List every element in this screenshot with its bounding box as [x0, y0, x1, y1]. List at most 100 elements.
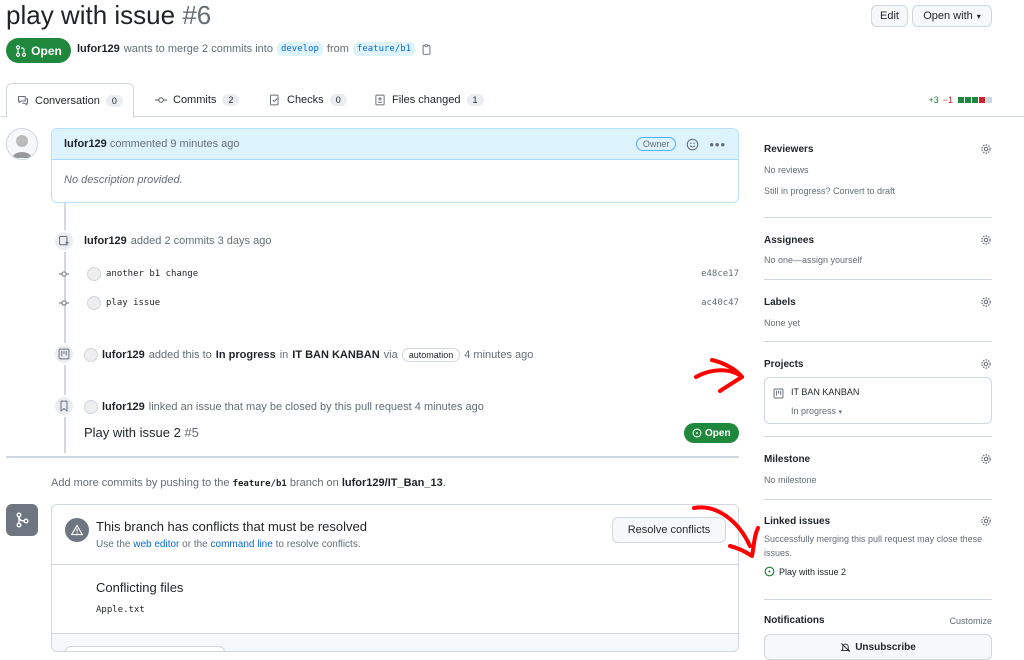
tab-label: Conversation [35, 94, 100, 107]
automation-badge[interactable]: automation [401, 348, 461, 362]
conflict-subtitle: Use the web editor or the command line t… [96, 539, 361, 550]
push-hint-branch: feature/b1 [232, 479, 287, 489]
unsubscribe-button[interactable]: Unsubscribe [764, 634, 992, 660]
projects-heading: Projects [764, 358, 804, 370]
project-status: In progress [215, 349, 276, 361]
project-name-link[interactable]: IT BAN KANBAN [292, 349, 379, 361]
linked-issues-heading: Linked issues [764, 515, 831, 527]
project-icon [773, 388, 784, 399]
smiley-icon[interactable] [686, 138, 699, 151]
pr-state-label: Open [31, 43, 62, 58]
file-diff-icon [375, 94, 385, 106]
commits-event: lufor129 added 2 commits 3 days ago [84, 235, 271, 247]
push-hint-suffix: . [442, 477, 446, 489]
conflicting-files-heading: Conflicting files [96, 580, 184, 595]
milestone-text: No milestone [764, 475, 817, 485]
commit-sha[interactable]: ac40c47 [701, 298, 739, 308]
caret-down-icon: ▾ [838, 409, 843, 416]
comment-author[interactable]: lufor129 [64, 138, 107, 150]
issue-opened-icon [692, 428, 702, 438]
bell-slash-icon [840, 642, 851, 652]
pr-tabs: Conversation 0 Commits 2 Checks 0 Files … [0, 83, 1024, 118]
sidebar-projects: Projects IT BAN KANBAN In progress ▾ [764, 342, 992, 437]
git-commit-icon [59, 269, 69, 279]
repo-link[interactable]: lufor129/IT_Ban_13 [342, 477, 443, 489]
base-branch-label[interactable]: develop [276, 42, 323, 56]
notifications-header: Notifications Customize [764, 615, 992, 626]
gear-icon[interactable] [980, 234, 992, 246]
tab-label: Files changed [392, 94, 461, 106]
event-actor[interactable]: lufor129 [84, 235, 127, 247]
open-with-button[interactable]: Open with ▾ [912, 5, 992, 27]
gear-icon[interactable] [980, 296, 992, 308]
avatar[interactable] [6, 128, 38, 160]
project-status-dropdown[interactable]: In progress ▾ [791, 406, 842, 416]
conflict-sub-or: or the [182, 539, 208, 550]
bookmark-icon [53, 395, 75, 417]
repo-push-icon [53, 230, 75, 252]
tab-files-changed[interactable]: Files changed 1 [364, 83, 494, 117]
reviewers-header[interactable]: Reviewers [764, 143, 992, 155]
head-branch-label[interactable]: feature/b1 [352, 42, 416, 56]
gear-icon[interactable] [980, 358, 992, 370]
edit-button[interactable]: Edit [871, 5, 908, 27]
project-card[interactable]: IT BAN KANBAN In progress ▾ [764, 377, 992, 424]
linked-issues-header[interactable]: Linked issues [764, 515, 992, 527]
assign-yourself-link[interactable]: No one—assign yourself [764, 253, 992, 267]
event-time[interactable]: 4 minutes ago [464, 349, 533, 361]
sidebar-assignees: Assignees No one—assign yourself [764, 218, 992, 280]
pr-author-link[interactable]: lufor129 [77, 43, 120, 55]
commit-row: play issue ac40c47 [56, 294, 739, 312]
labels-text: None yet [764, 318, 801, 328]
avatar[interactable] [84, 400, 98, 414]
pr-state-badge: Open [6, 38, 71, 63]
gear-icon[interactable] [980, 515, 992, 527]
comment-discussion-icon [18, 95, 28, 106]
event-text: added this to [148, 349, 212, 361]
gear-icon[interactable] [980, 453, 992, 465]
git-commit-icon [59, 298, 69, 308]
annotation-arrow [694, 358, 744, 393]
linked-issue-name: Play with issue 2 [84, 425, 181, 440]
commit-message[interactable]: another b1 change [106, 269, 198, 279]
push-hint-middle: branch on [289, 477, 339, 489]
tab-conversation[interactable]: Conversation 0 [6, 83, 134, 118]
web-editor-link[interactable]: web editor [133, 539, 179, 550]
comment-meta[interactable]: commented 9 minutes ago [110, 138, 240, 150]
tab-commits[interactable]: Commits 2 [145, 83, 249, 117]
tab-count: 1 [466, 94, 484, 106]
commit-sha[interactable]: e48ce17 [701, 269, 739, 279]
linked-issue-title[interactable]: Play with issue 2 #5 [84, 425, 199, 440]
projects-header[interactable]: Projects [764, 358, 992, 370]
avatar[interactable] [87, 296, 101, 310]
conflict-title: This branch has conflicts that must be r… [96, 519, 367, 534]
resolve-conflicts-button[interactable]: Resolve conflicts [612, 517, 726, 543]
milestone-header[interactable]: Milestone [764, 453, 992, 465]
sidebar-labels: Labels None yet [764, 280, 992, 342]
event-actor[interactable]: lufor129 [102, 349, 145, 361]
avatar[interactable] [87, 267, 101, 281]
kebab-horizontal-icon[interactable]: ••• [709, 137, 726, 152]
labels-heading: Labels [764, 296, 796, 308]
convert-to-draft-link[interactable]: Still in progress? Convert to draft [764, 184, 992, 198]
comment-box: lufor129 commented 9 minutes ago Owner •… [51, 128, 739, 203]
conflicting-file[interactable]: Apple.txt [96, 605, 145, 615]
push-hint: Add more commits by pushing to the featu… [51, 477, 446, 489]
avatar[interactable] [84, 348, 98, 362]
assignees-header[interactable]: Assignees [764, 234, 992, 246]
commit-message[interactable]: play issue [106, 298, 160, 308]
linked-issue-item[interactable]: Play with issue 2 [764, 566, 992, 577]
event-text: added 2 commits 3 days ago [130, 235, 272, 247]
gear-icon[interactable] [980, 143, 992, 155]
reviewers-heading: Reviewers [764, 143, 814, 155]
command-line-link[interactable]: command line [211, 539, 273, 550]
linked-issue-label: Play with issue 2 [779, 566, 847, 577]
labels-header[interactable]: Labels [764, 296, 992, 308]
tab-checks[interactable]: Checks 0 [259, 83, 357, 117]
copy-icon[interactable] [421, 43, 432, 55]
event-text: via [383, 349, 398, 361]
event-actor[interactable]: lufor129 [102, 401, 145, 413]
merge-button[interactable] [65, 646, 225, 651]
unsubscribe-label: Unsubscribe [855, 641, 916, 653]
customize-link[interactable]: Customize [949, 616, 992, 626]
